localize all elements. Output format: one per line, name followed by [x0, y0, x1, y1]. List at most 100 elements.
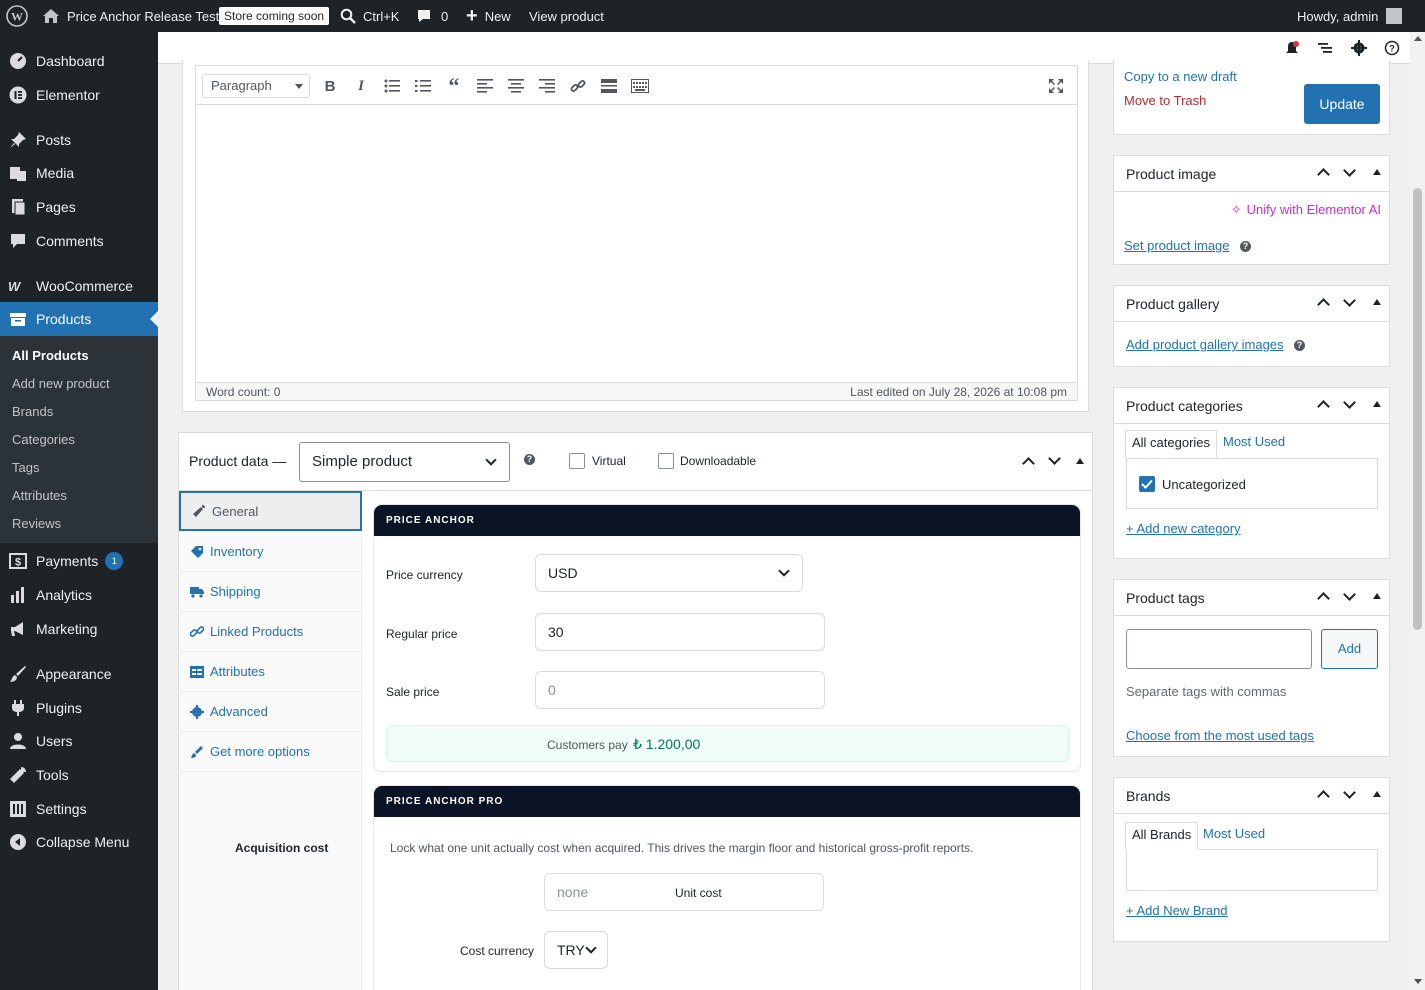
numbered-list-icon[interactable] [413, 76, 433, 96]
add-gallery-images-link[interactable]: Add product gallery images [1126, 337, 1284, 352]
menu-tools[interactable]: Tools [0, 758, 158, 792]
menu-settings[interactable]: Settings [0, 792, 158, 826]
site-link[interactable]: Price Anchor Release Test [42, 0, 219, 32]
gear-icon[interactable] [1351, 40, 1367, 56]
submenu-categories[interactable]: Categories [12, 430, 75, 450]
menu-users[interactable]: Users [0, 724, 158, 758]
toggle-panel-icon[interactable] [1373, 791, 1381, 797]
uncategorized-checkbox[interactable] [1139, 476, 1155, 492]
set-product-image-link[interactable]: Set product image [1124, 238, 1230, 253]
tab-most-used-brands[interactable]: Most Used [1197, 822, 1271, 850]
move-down-icon[interactable] [1343, 396, 1356, 409]
add-new-brand-link[interactable]: + Add New Brand [1126, 903, 1228, 918]
unit-cost-input[interactable]: none Unit cost [544, 873, 824, 911]
toggle-panel-icon[interactable] [1373, 299, 1381, 305]
command-search[interactable]: Ctrl+K [340, 0, 399, 32]
move-up-icon[interactable] [1317, 592, 1330, 605]
toggle-panel-icon[interactable] [1076, 458, 1084, 464]
fullscreen-icon[interactable] [1046, 76, 1066, 96]
submenu-all-products[interactable]: All Products [12, 346, 89, 366]
virtual-checkbox[interactable] [569, 453, 585, 469]
tab-advanced[interactable]: Advanced [179, 692, 362, 732]
help-icon[interactable]: ? [1294, 340, 1305, 351]
move-up-icon[interactable] [1022, 457, 1035, 470]
align-center-icon[interactable] [506, 76, 526, 96]
account-menu[interactable]: Howdy, admin [1297, 0, 1403, 32]
unify-elementor-ai-link[interactable]: ✧ Unify with Elementor AI [1231, 202, 1381, 218]
tab-get-more-options[interactable]: Get more options [179, 732, 362, 772]
toggle-panel-icon[interactable] [1373, 401, 1381, 407]
add-new-category-link[interactable]: + Add new category [1126, 521, 1241, 536]
scroll-down-arrow-icon[interactable] [1414, 979, 1422, 984]
link-icon[interactable] [568, 76, 588, 96]
toggle-panel-icon[interactable] [1373, 169, 1381, 175]
tab-attributes[interactable]: Attributes [179, 652, 362, 692]
blockquote-icon[interactable]: “ [444, 73, 464, 98]
product-image-header[interactable]: Product image [1114, 156, 1389, 192]
brands-header[interactable]: Brands [1114, 778, 1389, 814]
view-product-link[interactable]: View product [529, 0, 604, 32]
activity-list-icon[interactable] [1317, 40, 1333, 56]
new-content-link[interactable]: + New [466, 0, 511, 32]
scrollbar-thumb[interactable] [1413, 188, 1422, 630]
copy-draft-link[interactable]: Copy to a new draft [1124, 69, 1237, 84]
move-up-icon[interactable] [1317, 298, 1330, 311]
cost-currency-select[interactable]: TRY [544, 931, 608, 969]
menu-media[interactable]: Media [0, 156, 158, 190]
tab-all-categories[interactable]: All categories [1125, 430, 1218, 458]
menu-comments[interactable]: Comments [0, 224, 158, 258]
submenu-attributes[interactable]: Attributes [12, 486, 67, 506]
menu-payments[interactable]: $ Payments 1 [0, 544, 158, 578]
menu-analytics[interactable]: Analytics [0, 578, 158, 612]
product-categories-header[interactable]: Product categories [1114, 388, 1389, 424]
bullet-list-icon[interactable] [382, 76, 402, 96]
submenu-reviews[interactable]: Reviews [12, 514, 61, 534]
move-down-icon[interactable] [1343, 588, 1356, 601]
move-up-icon[interactable] [1317, 400, 1330, 413]
move-to-trash-link[interactable]: Move to Trash [1124, 93, 1206, 108]
menu-collapse[interactable]: Collapse Menu [0, 825, 158, 859]
help-icon[interactable]: ? [1240, 241, 1251, 252]
submenu-tags[interactable]: Tags [12, 458, 39, 478]
product-type-select[interactable]: Simple product [299, 442, 510, 482]
menu-plugins[interactable]: Plugins [0, 691, 158, 725]
help-icon[interactable]: ? [1384, 40, 1400, 56]
move-up-icon[interactable] [1317, 790, 1330, 803]
move-down-icon[interactable] [1343, 786, 1356, 799]
price-currency-select[interactable]: USD [535, 554, 803, 592]
submenu-add-new[interactable]: Add new product [12, 374, 110, 394]
tab-linked-products[interactable]: Linked Products [179, 612, 362, 652]
tab-all-brands[interactable]: All Brands [1125, 822, 1199, 850]
downloadable-checkbox[interactable] [658, 453, 674, 469]
update-button[interactable]: Update [1304, 84, 1380, 124]
wordpress-logo-icon[interactable]: W [6, 0, 28, 32]
menu-posts[interactable]: Posts [0, 123, 158, 157]
toggle-panel-icon[interactable] [1373, 593, 1381, 599]
submenu-brands[interactable]: Brands [12, 402, 53, 422]
notification-bell-icon[interactable] [1284, 40, 1300, 56]
store-status-badge[interactable]: Store coming soon [219, 7, 330, 25]
comments-link[interactable]: 0 [416, 0, 448, 32]
scroll-up-arrow-icon[interactable] [1414, 36, 1422, 41]
regular-price-input[interactable]: 30 [535, 613, 825, 651]
menu-woocommerce[interactable]: W WooCommerce [0, 269, 158, 303]
menu-dashboard[interactable]: Dashboard [0, 44, 158, 78]
tab-general[interactable]: General [179, 491, 362, 531]
format-select[interactable]: Paragraph [202, 74, 310, 98]
move-down-icon[interactable] [1343, 294, 1356, 307]
move-up-icon[interactable] [1317, 168, 1330, 181]
menu-pages[interactable]: Pages [0, 190, 158, 224]
menu-appearance[interactable]: Appearance [0, 657, 158, 691]
menu-products[interactable]: Products [0, 302, 158, 336]
help-icon[interactable]: ? [524, 454, 535, 465]
menu-elementor[interactable]: Elementor [0, 78, 158, 112]
sale-price-input[interactable]: 0 [535, 671, 825, 709]
product-gallery-header[interactable]: Product gallery [1114, 286, 1389, 322]
choose-most-used-tags-link[interactable]: Choose from the most used tags [1126, 728, 1314, 743]
tab-shipping[interactable]: Shipping [179, 572, 362, 612]
add-tag-button[interactable]: Add [1321, 629, 1378, 669]
align-left-icon[interactable] [475, 76, 495, 96]
italic-icon[interactable]: I [351, 76, 371, 96]
move-down-icon[interactable] [1048, 452, 1061, 465]
bold-icon[interactable]: B [320, 76, 340, 96]
